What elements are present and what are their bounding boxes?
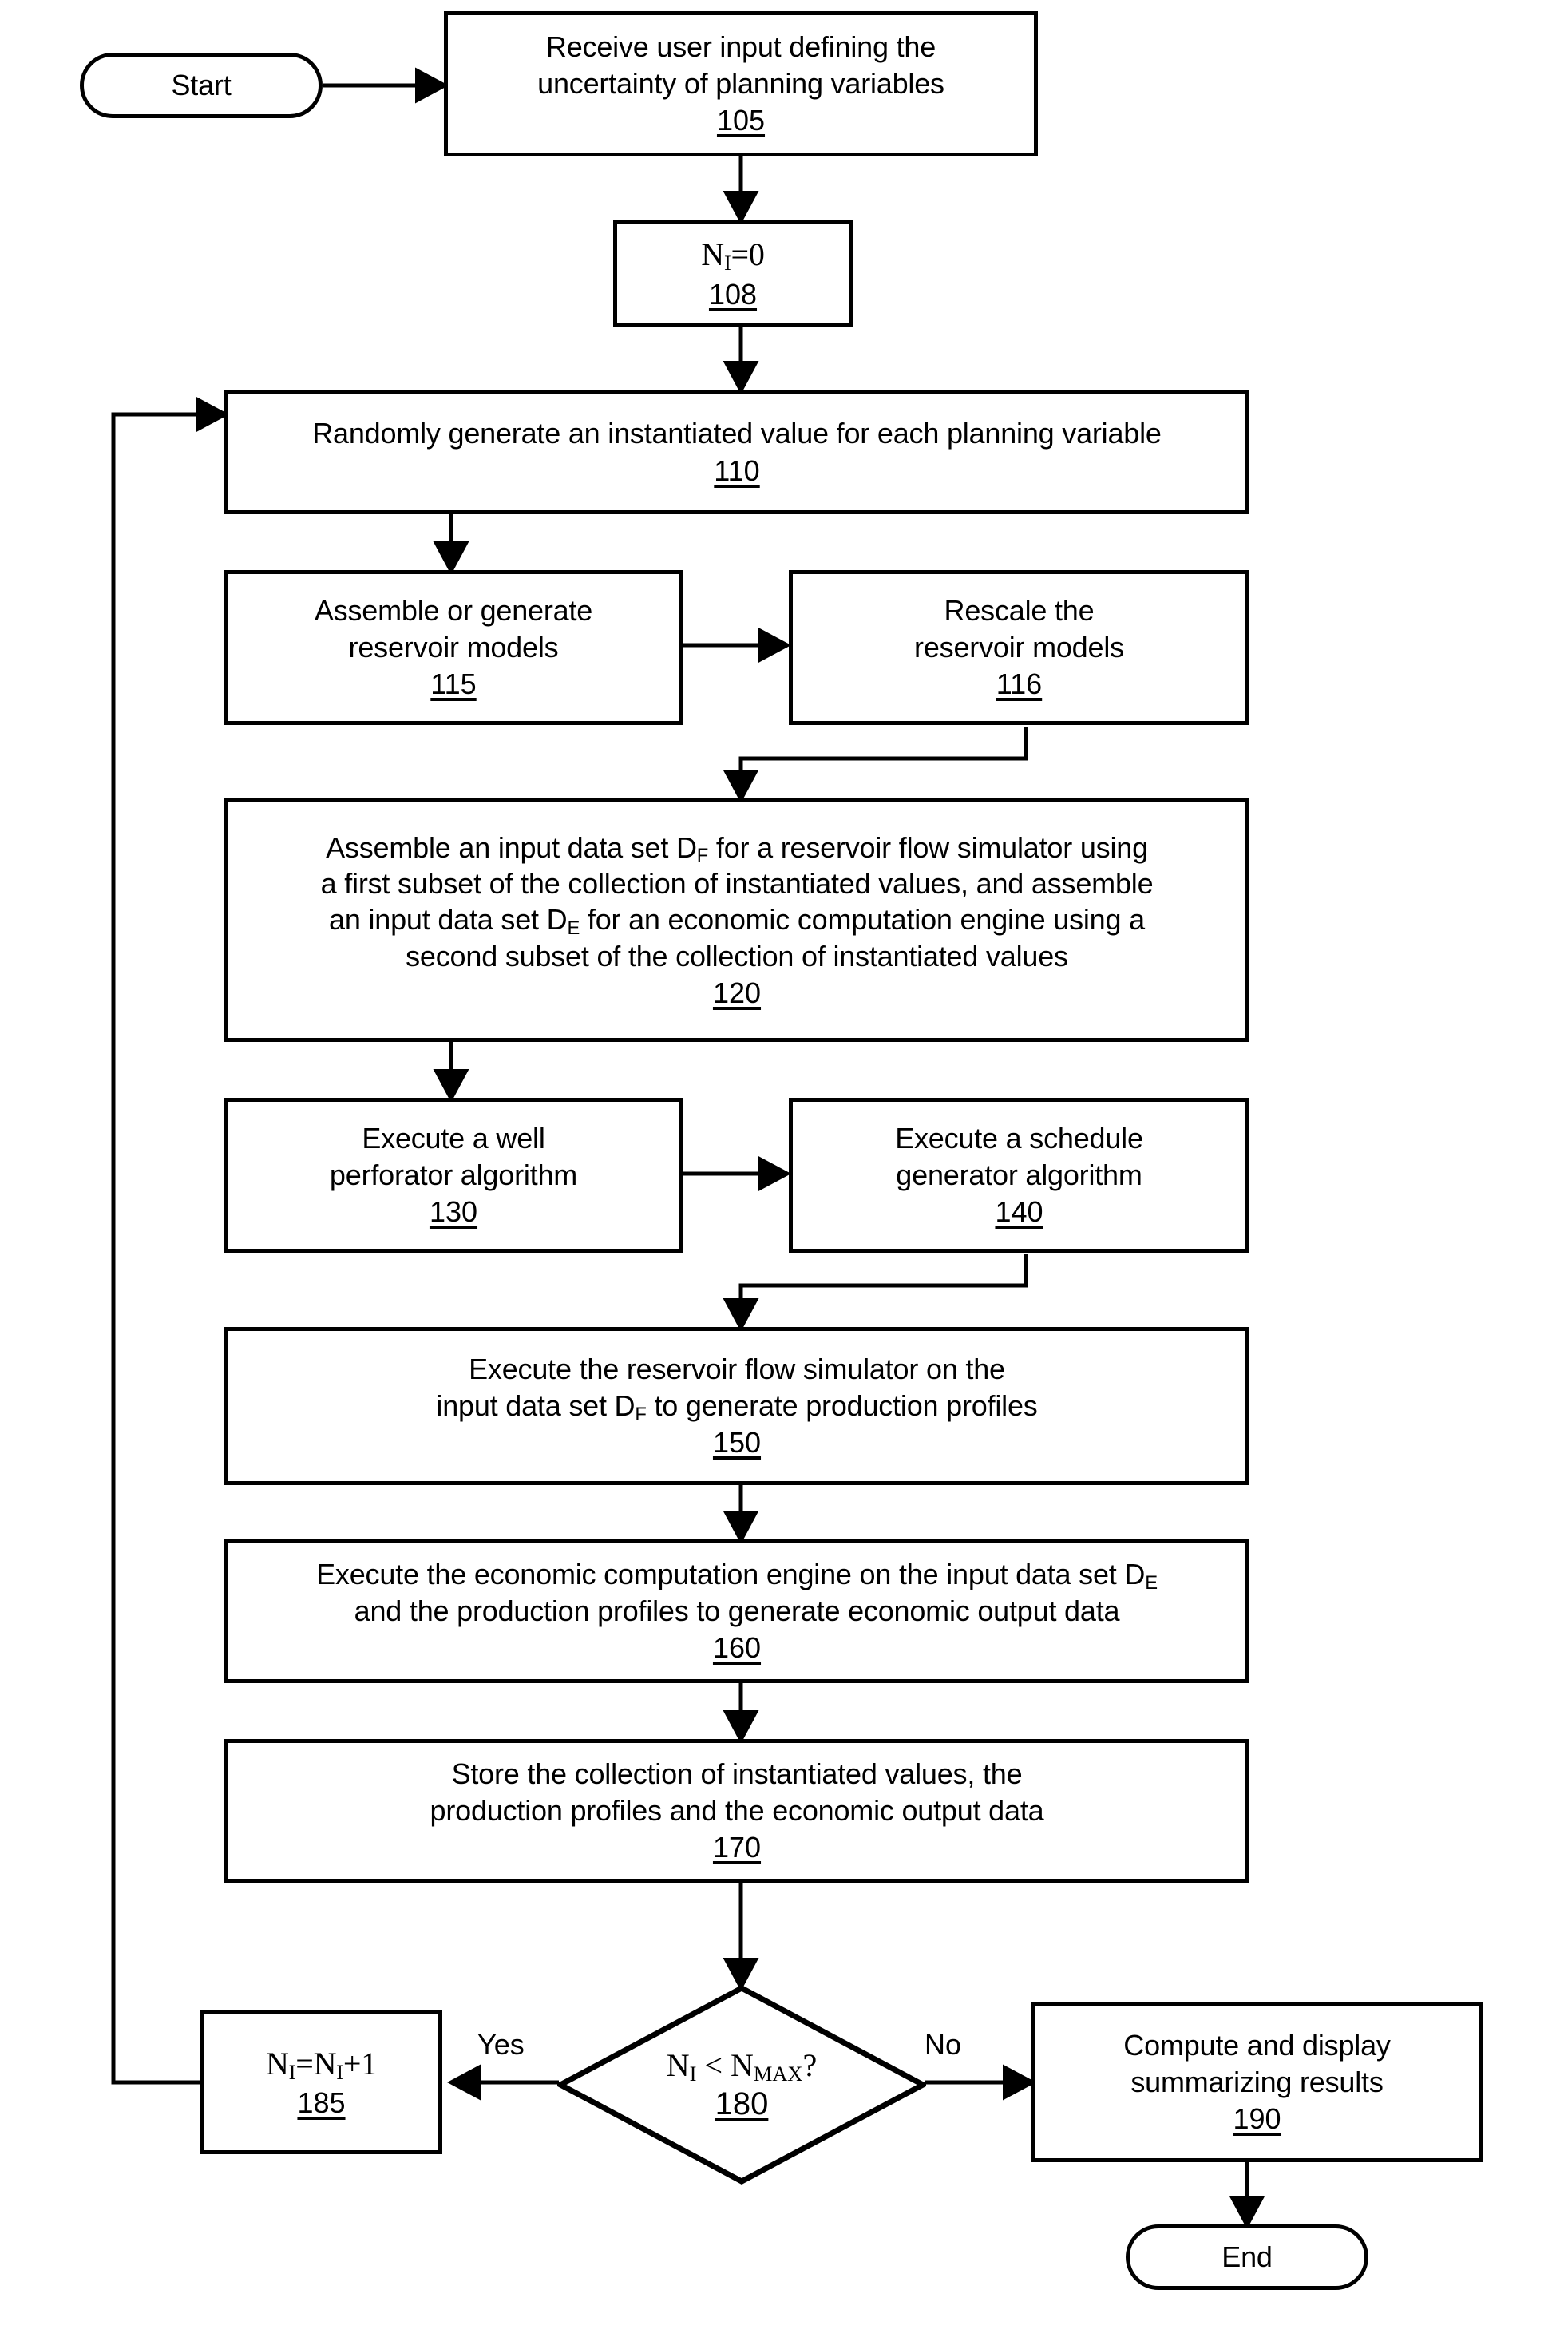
node-end-label: End xyxy=(1222,2240,1273,2274)
node-130-text: Execute a well perforator algorithm xyxy=(329,1122,578,1191)
node-180[interactable]: NI < NMAX? 180 xyxy=(554,1985,929,2185)
node-160-ref: 160 xyxy=(712,1631,762,1665)
node-185[interactable]: NI=NI+1 185 xyxy=(200,2010,442,2154)
node-150-ref: 150 xyxy=(712,1426,762,1460)
node-108-ref: 108 xyxy=(708,277,758,311)
node-115[interactable]: Assemble or generate reservoir models 11… xyxy=(224,570,683,725)
node-160-text: Execute the economic computation engine … xyxy=(316,1558,1158,1627)
node-110[interactable]: Randomly generate an instantiated value … xyxy=(224,390,1249,514)
node-170-text: Store the collection of instantiated val… xyxy=(430,1757,1044,1827)
node-116-text: Rescale the reservoir models xyxy=(914,594,1124,664)
node-140-ref: 140 xyxy=(995,1195,1043,1229)
node-start[interactable]: Start xyxy=(80,53,323,118)
node-150[interactable]: Execute the reservoir flow simulator on … xyxy=(224,1327,1249,1485)
node-130[interactable]: Execute a well perforator algorithm 130 xyxy=(224,1098,683,1253)
node-116[interactable]: Rescale the reservoir models 116 xyxy=(789,570,1249,725)
node-120-text: Assemble an input data set DF for a rese… xyxy=(320,830,1154,972)
node-108[interactable]: NI=0 108 xyxy=(613,220,853,327)
node-105-text: Receive user input defining the uncertai… xyxy=(537,30,944,100)
node-120[interactable]: Assemble an input data set DF for a rese… xyxy=(224,798,1249,1042)
node-185-ref: 185 xyxy=(297,2086,346,2120)
node-105-ref: 105 xyxy=(716,104,766,137)
edge-label-no: No xyxy=(925,2028,962,2061)
node-start-label: Start xyxy=(171,69,232,102)
node-115-ref: 115 xyxy=(430,667,477,701)
node-180-label: NI < NMAX? 180 xyxy=(557,1985,926,2185)
node-105[interactable]: Receive user input defining the uncertai… xyxy=(444,11,1038,156)
node-180-text: NI < NMAX? xyxy=(666,2047,818,2086)
node-170[interactable]: Store the collection of instantiated val… xyxy=(224,1739,1249,1883)
node-end[interactable]: End xyxy=(1126,2224,1368,2290)
node-116-ref: 116 xyxy=(996,667,1043,701)
flowchart-canvas: Start Receive user input defining the un… xyxy=(0,0,1568,2349)
edge-label-yes: Yes xyxy=(477,2028,525,2061)
node-160[interactable]: Execute the economic computation engine … xyxy=(224,1539,1249,1683)
node-140-text: Execute a schedule generator algorithm xyxy=(895,1122,1143,1191)
edge-140-150 xyxy=(723,1254,1028,1333)
node-190-ref: 190 xyxy=(1233,2102,1281,2136)
node-140[interactable]: Execute a schedule generator algorithm 1… xyxy=(789,1098,1249,1253)
node-185-text: NI=NI+1 xyxy=(265,2045,378,2084)
node-190-text: Compute and display summarizing results xyxy=(1123,2029,1391,2098)
node-110-text: Randomly generate an instantiated value … xyxy=(312,417,1162,450)
node-190[interactable]: Compute and display summarizing results … xyxy=(1031,2002,1483,2162)
edge-185-110 xyxy=(111,396,230,2085)
node-110-ref: 110 xyxy=(714,454,760,487)
node-130-ref: 130 xyxy=(429,1195,478,1229)
node-170-ref: 170 xyxy=(712,1831,762,1864)
node-150-text: Execute the reservoir flow simulator on … xyxy=(436,1353,1038,1425)
node-180-ref: 180 xyxy=(715,2086,769,2121)
node-120-ref: 120 xyxy=(712,976,762,1010)
node-115-text: Assemble or generate reservoir models xyxy=(314,594,593,664)
node-108-text: NI=0 xyxy=(701,236,765,275)
edge-116-120 xyxy=(723,727,1028,804)
